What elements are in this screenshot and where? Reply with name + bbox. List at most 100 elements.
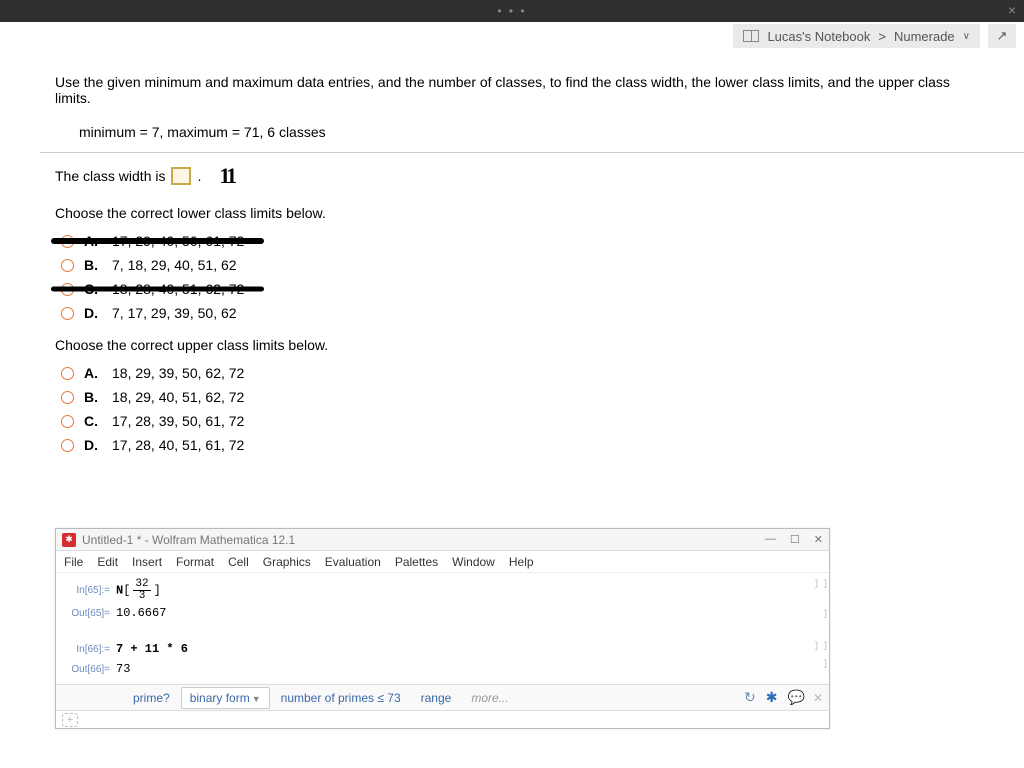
suggest-prime[interactable]: prime? <box>124 687 179 709</box>
close-icon[interactable]: × <box>1008 2 1016 18</box>
lower-option-a[interactable]: A. 17, 29, 40, 50, 61, 72 <box>61 233 984 249</box>
suggestion-bar: prime? binary form▼ number of primes ≤ 7… <box>56 684 829 710</box>
minimize-button[interactable]: — <box>765 533 776 546</box>
strike-mark <box>51 287 264 292</box>
upper-option-c[interactable]: C. 17, 28, 39, 50, 61, 72 <box>61 413 984 429</box>
chat-icon[interactable]: 💬 <box>788 689 805 706</box>
menu-format[interactable]: Format <box>176 555 214 569</box>
radio-icon[interactable] <box>61 391 74 404</box>
expand-button[interactable]: ↗ <box>988 24 1016 48</box>
cell-label: Out[65]= <box>70 608 116 619</box>
menu-evaluation[interactable]: Evaluation <box>325 555 381 569</box>
cell-label: In[65]:= <box>70 585 116 596</box>
input-cell-66[interactable]: In[66]:= 7 + 11 * 6 <box>70 640 821 658</box>
breadcrumb-bar: Lucas's Notebook > Numerade ∨ ↗ <box>0 22 1024 50</box>
titlebar-grip-icon: • • • <box>497 4 526 18</box>
option-label: B. <box>84 389 102 405</box>
cell-bracket-icon[interactable]: ] ] <box>814 641 827 651</box>
window-controls: — ☐ ✕ <box>765 533 823 546</box>
lower-option-b[interactable]: B. 7, 18, 29, 40, 51, 62 <box>61 257 984 273</box>
option-label: C. <box>84 413 102 429</box>
suggest-binary[interactable]: binary form▼ <box>181 687 270 709</box>
wolfram-icon[interactable]: ✱ <box>766 689 778 706</box>
breadcrumb-sep: > <box>878 29 886 44</box>
upper-option-d[interactable]: D. 17, 28, 40, 51, 61, 72 <box>61 437 984 453</box>
menu-cell[interactable]: Cell <box>228 555 249 569</box>
radio-icon[interactable] <box>61 259 74 272</box>
problem-statement: Use the given minimum and maximum data e… <box>55 74 984 106</box>
option-values: 18, 29, 40, 51, 62, 72 <box>112 389 244 405</box>
cell-bracket-icon[interactable]: ] ] <box>814 579 827 589</box>
cell-content: 73 <box>116 662 130 676</box>
class-width-suffix: . <box>197 168 201 184</box>
cell-content[interactable]: 7 + 11 * 6 <box>116 642 188 656</box>
option-label: D. <box>84 437 102 453</box>
option-values: 17, 28, 39, 50, 61, 72 <box>112 413 244 429</box>
fraction: 323 <box>133 579 150 602</box>
menu-insert[interactable]: Insert <box>132 555 162 569</box>
expand-icon: ↗ <box>997 28 1008 44</box>
suggest-more[interactable]: more... <box>462 687 517 709</box>
menu-file[interactable]: File <box>64 555 83 569</box>
notebook-footer: + <box>56 710 829 728</box>
mathematica-window: ✱ Untitled-1 * - Wolfram Mathematica 12.… <box>55 528 830 729</box>
question-upper: Choose the correct upper class limits be… <box>55 337 984 353</box>
divider <box>40 152 1024 153</box>
menu-window[interactable]: Window <box>452 555 495 569</box>
breadcrumb-notebook: Lucas's Notebook <box>767 29 870 44</box>
breadcrumb-site: Numerade <box>894 29 955 44</box>
radio-icon[interactable] <box>61 439 74 452</box>
upper-option-a[interactable]: A. 18, 29, 39, 50, 62, 72 <box>61 365 984 381</box>
class-width-line: The class width is . 11 <box>55 163 984 189</box>
input-cell-65[interactable]: In[65]:= N[323] <box>70 579 821 602</box>
radio-icon[interactable] <box>61 367 74 380</box>
app-titlebar: • • • × <box>0 0 1024 22</box>
radio-icon[interactable] <box>61 307 74 320</box>
radio-icon[interactable] <box>61 415 74 428</box>
function-name: N <box>116 584 123 598</box>
option-label: A. <box>84 365 102 381</box>
cell-content[interactable]: N[323] <box>116 579 161 602</box>
question-lower: Choose the correct lower class limits be… <box>55 205 984 221</box>
refresh-icon[interactable]: ↻ <box>744 689 756 706</box>
close-button[interactable]: ✕ <box>814 533 823 546</box>
mathematica-app-icon: ✱ <box>62 533 76 547</box>
menu-help[interactable]: Help <box>509 555 534 569</box>
cell-bracket-icon[interactable]: ] <box>823 659 827 669</box>
option-values: 18, 29, 39, 50, 62, 72 <box>112 365 244 381</box>
dropdown-icon[interactable]: ▼ <box>252 694 261 704</box>
notebook-body[interactable]: In[65]:= N[323] Out[65]= 10.6667 In[66]:… <box>56 573 829 684</box>
maximize-button[interactable]: ☐ <box>790 533 800 546</box>
menu-graphics[interactable]: Graphics <box>263 555 311 569</box>
option-values: 7, 17, 29, 39, 50, 62 <box>112 305 237 321</box>
output-cell-66[interactable]: Out[66]= 73 <box>70 660 821 678</box>
notebook-icon <box>743 30 759 42</box>
class-width-input[interactable] <box>171 167 191 185</box>
upper-option-b[interactable]: B. 18, 29, 40, 51, 62, 72 <box>61 389 984 405</box>
cell-label: In[66]:= <box>70 644 116 655</box>
mathematica-title: Untitled-1 * - Wolfram Mathematica 12.1 <box>82 533 295 547</box>
output-cell-65[interactable]: Out[65]= 10.6667 <box>70 604 821 622</box>
lower-option-c[interactable]: C. 18, 28, 40, 51, 62, 72 <box>61 281 984 297</box>
strike-mark <box>51 238 264 244</box>
suggest-close-icon[interactable]: ✕ <box>813 691 823 705</box>
mathematica-menubar: File Edit Insert Format Cell Graphics Ev… <box>56 551 829 573</box>
handwritten-answer: 11 <box>219 163 234 189</box>
cell-label: Out[66]= <box>70 664 116 675</box>
suggest-nprimes[interactable]: number of primes ≤ 73 <box>272 687 410 709</box>
cell-content: 10.6667 <box>116 606 166 620</box>
cell-bracket-icon[interactable]: ] <box>823 609 827 619</box>
menu-edit[interactable]: Edit <box>97 555 118 569</box>
suggest-range[interactable]: range <box>412 687 461 709</box>
option-label: D. <box>84 305 102 321</box>
add-cell-button[interactable]: + <box>62 713 78 727</box>
menu-palettes[interactable]: Palettes <box>395 555 438 569</box>
lower-option-d[interactable]: D. 7, 17, 29, 39, 50, 62 <box>61 305 984 321</box>
class-width-prefix: The class width is <box>55 168 165 184</box>
chevron-down-icon[interactable]: ∨ <box>963 31 970 42</box>
breadcrumb[interactable]: Lucas's Notebook > Numerade ∨ <box>733 24 980 48</box>
option-values: 17, 28, 40, 51, 61, 72 <box>112 437 244 453</box>
option-label: B. <box>84 257 102 273</box>
option-values: 7, 18, 29, 40, 51, 62 <box>112 257 237 273</box>
mathematica-titlebar[interactable]: ✱ Untitled-1 * - Wolfram Mathematica 12.… <box>56 529 829 551</box>
